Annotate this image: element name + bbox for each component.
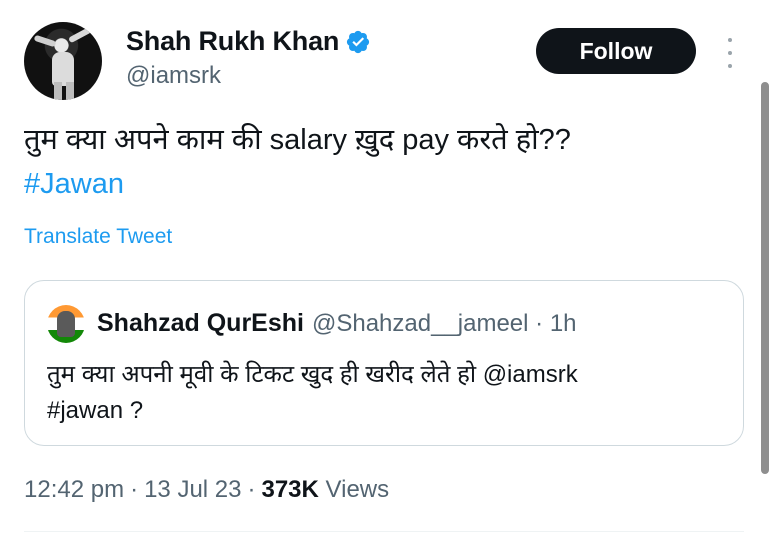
- quote-text-line: तुम क्या अपनी मूवी के टिकट खुद ही खरीद ल…: [47, 361, 578, 388]
- quote-author-name: Shahzad QurEshi: [97, 309, 304, 337]
- tweet-meta: 12:42 pm · 13 Jul 23 · 373K Views: [24, 476, 389, 504]
- verified-badge-icon: [347, 30, 370, 53]
- quote-author-avatar: [47, 305, 85, 343]
- views-count: 373K: [261, 476, 319, 503]
- meta-separator: ·: [130, 476, 139, 503]
- quote-text-line: #jawan ?: [47, 397, 144, 424]
- follow-button[interactable]: Follow: [536, 28, 696, 74]
- quote-text: तुम क्या अपनी मूवी के टिकट खुद ही खरीद ल…: [47, 357, 727, 429]
- meta-separator: ·: [247, 476, 256, 503]
- divider: [24, 531, 744, 532]
- tweet-text: तुम क्या अपने काम की salary ख़ुद pay करत…: [24, 118, 724, 206]
- tweet-date[interactable]: 13 Jul 23: [144, 476, 241, 504]
- scrollbar[interactable]: [761, 82, 769, 474]
- more-vertical-icon[interactable]: [724, 38, 736, 68]
- author-display-name[interactable]: Shah Rukh Khan: [126, 26, 339, 57]
- quoted-tweet-card[interactable]: Shahzad QurEshi @Shahzad__jameel · 1h तु…: [24, 280, 744, 446]
- tweet-body: तुम क्या अपने काम की salary ख़ुद pay करत…: [24, 124, 571, 156]
- tweet-time[interactable]: 12:42 pm: [24, 476, 124, 504]
- author-handle[interactable]: @iamsrk: [126, 62, 221, 90]
- views-label: Views: [325, 476, 390, 503]
- author-avatar[interactable]: [24, 22, 102, 100]
- tweet-hashtag-link[interactable]: #Jawan: [24, 162, 724, 206]
- author-name-row: Shah Rukh Khan: [126, 26, 371, 57]
- quote-author-handle-time: @Shahzad__jameel · 1h: [311, 310, 577, 337]
- quote-header: Shahzad QurEshi @Shahzad__jameel · 1h: [97, 309, 577, 338]
- translate-tweet-link[interactable]: Translate Tweet: [24, 225, 172, 249]
- tweet-header: Shah Rukh Khan @iamsrk Follow: [24, 22, 744, 100]
